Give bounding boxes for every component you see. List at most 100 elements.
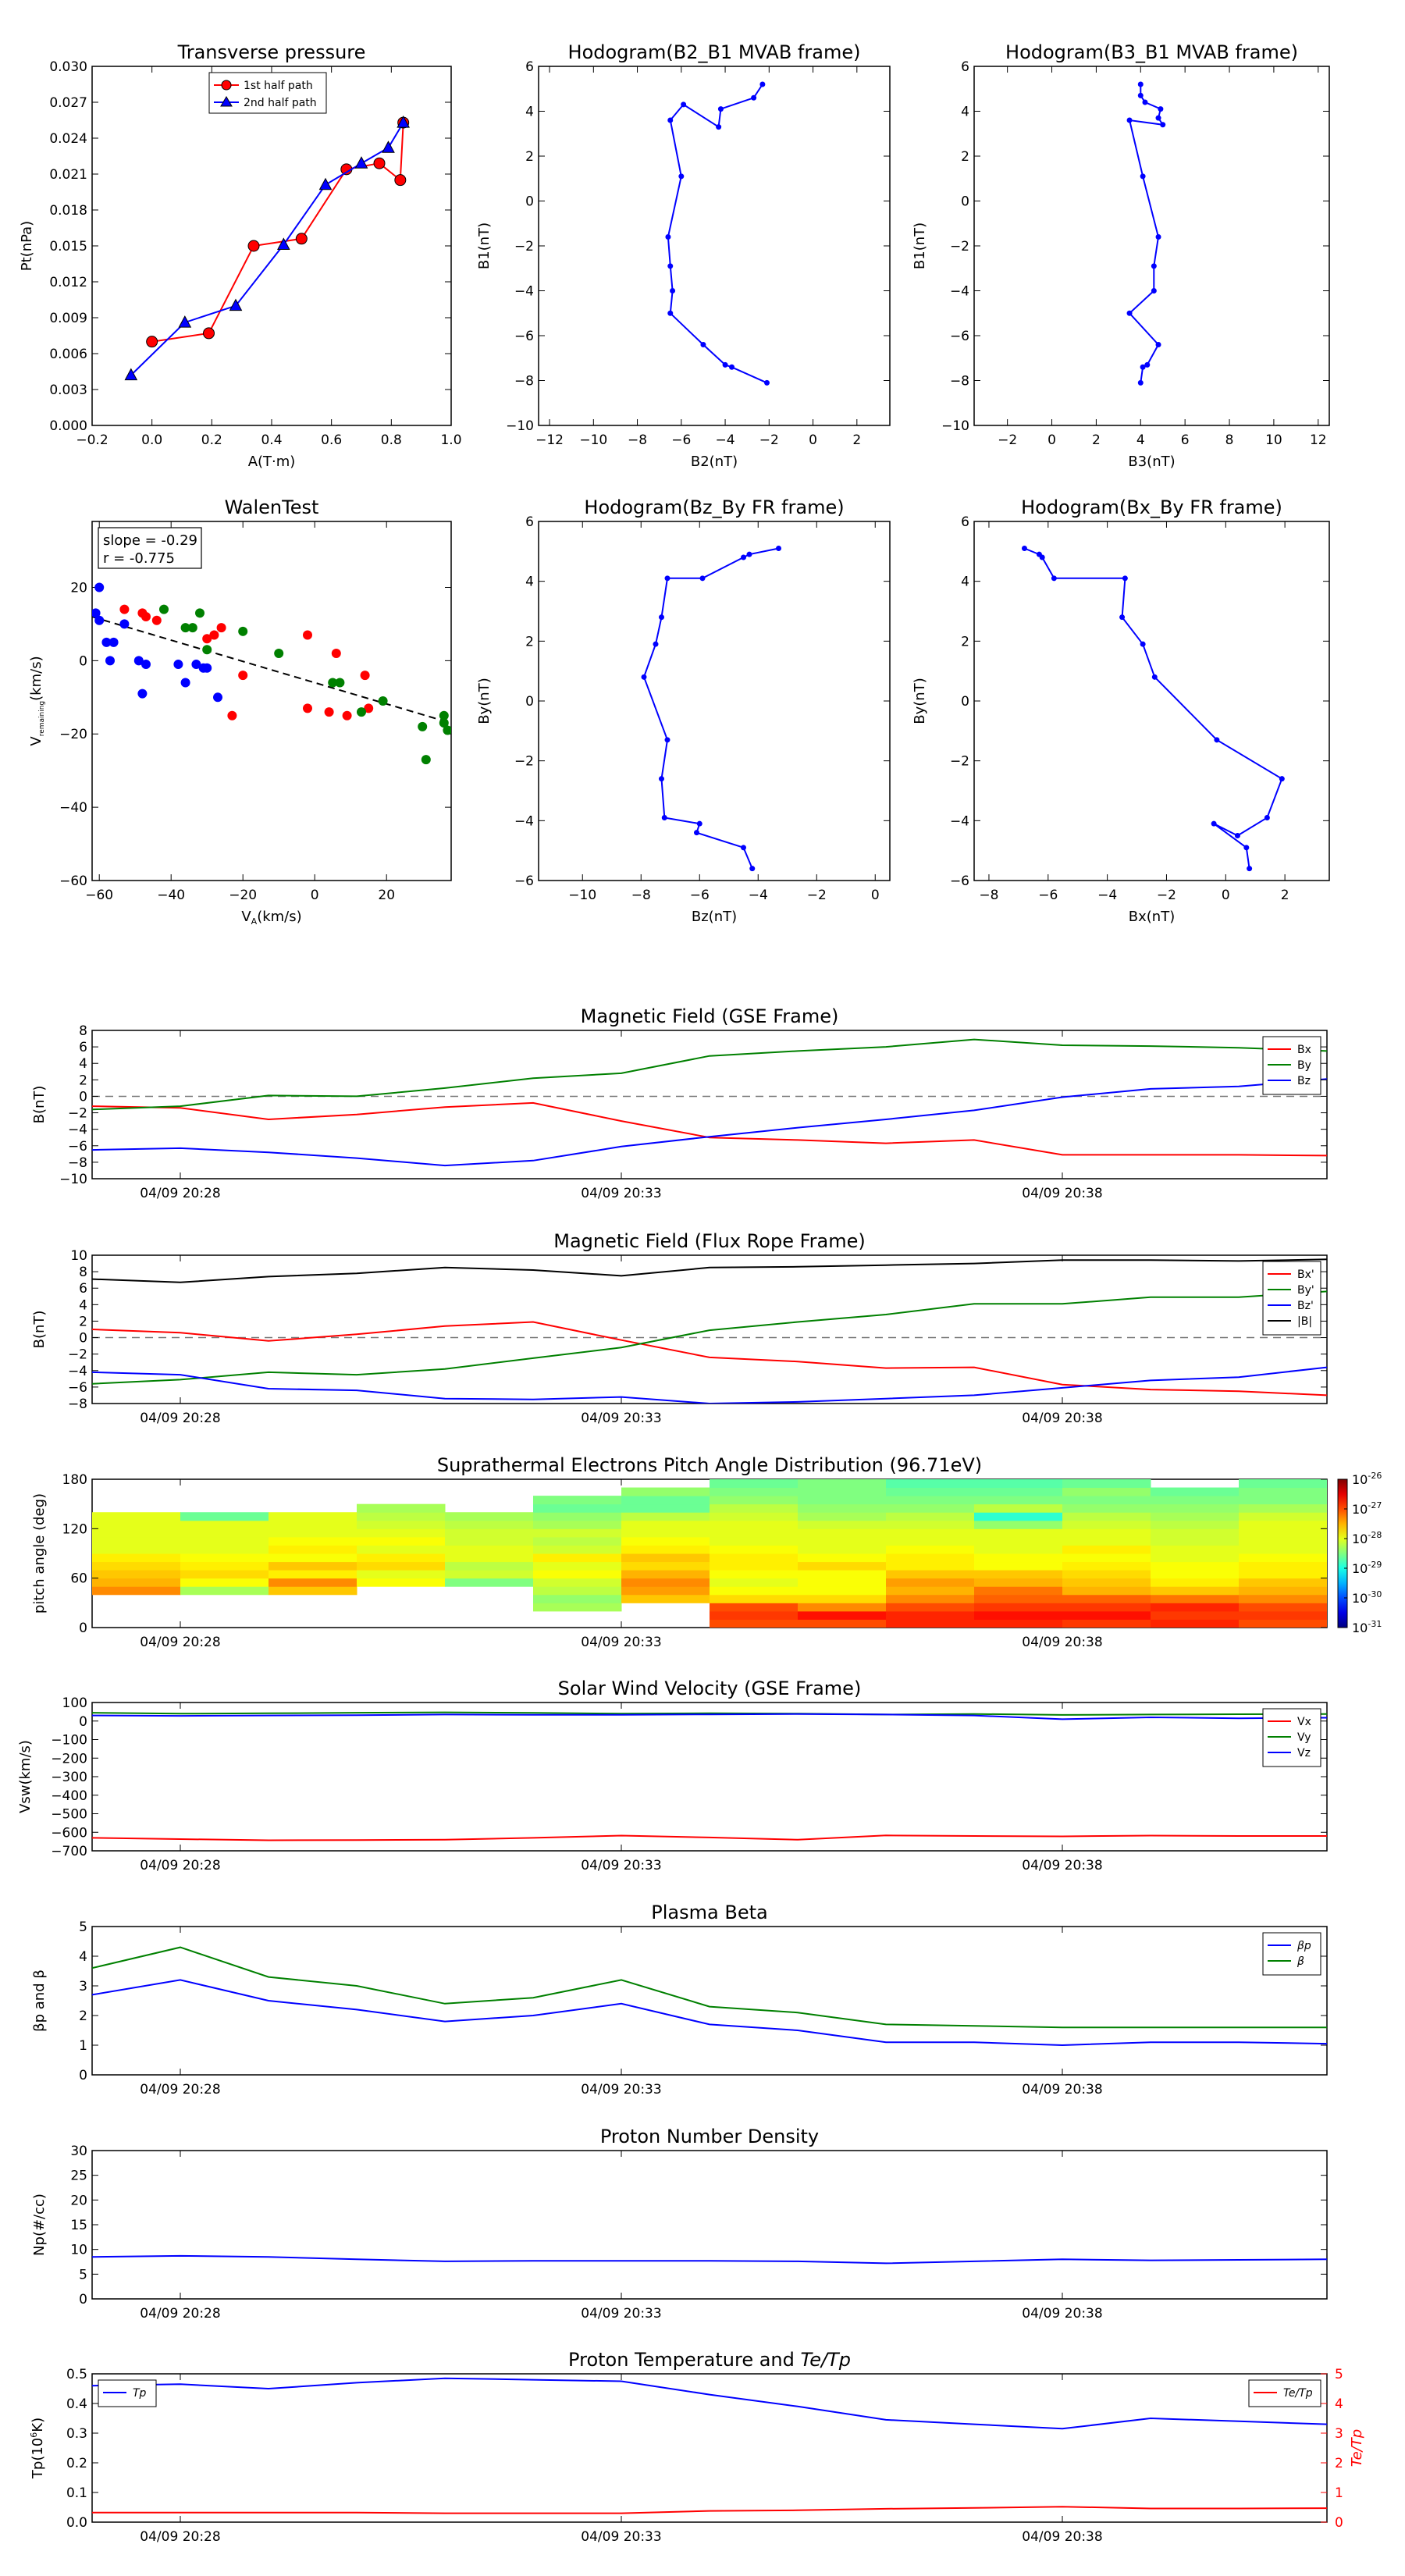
pad-cell [357,1553,446,1563]
vsw-series-line [92,1834,1327,1841]
walen-point [378,696,388,706]
pad-cell [1151,1503,1240,1513]
bfr-ytick-label: −4 [68,1364,87,1379]
pad-plot-area [92,1479,1327,1628]
figure: Transverse pressure0.0000.0030.0060.0090… [17,41,1382,2545]
np-ytick-label: 0 [79,2292,87,2307]
bgse-ytick-label: −10 [59,1172,87,1187]
pad-cell [798,1610,887,1620]
pad-cell [1239,1520,1327,1529]
pad-ylabel: pitch angle (deg) [31,1493,48,1614]
hod2-frame [973,66,1330,426]
hod3-point [664,575,670,582]
tp-point-circle [373,157,386,169]
pad-cell [1239,1610,1327,1620]
pad-colorbar [1337,1478,1348,1628]
pad-cell [1062,1520,1151,1529]
tp-ytick-label: 0.030 [49,59,87,75]
vsw-frame [91,1702,1328,1852]
bfr-ytick-label: −6 [68,1380,87,1396]
pad-panel: Suprathermal Electrons Pitch Angle Distr… [31,1454,1382,1650]
tp-ytick-label: 0.027 [49,95,87,111]
pad-cell [357,1520,446,1529]
tp2-xtick-label: 04/09 20:33 [581,2529,661,2545]
bgse-legend-label: Bx [1297,1044,1311,1056]
pad-ytick-label: 180 [62,1472,87,1488]
walen-point [180,678,190,688]
pad-cell [974,1610,1063,1620]
tp-point-triangle [354,156,368,169]
pad-cell [886,1545,975,1554]
hod4-ytick-label: −6 [950,873,969,889]
pad-cell [974,1561,1063,1571]
pad-cell [710,1578,799,1587]
hod4-xtick-label: −4 [1097,888,1117,903]
tp-ytick-label: 0.000 [49,418,87,434]
pad-colorbar-label-base: 10 [1352,1502,1368,1517]
pad-cell [1151,1536,1240,1546]
walen-annotation-slope: slope = -0.29 [103,532,197,549]
walen-point [421,755,431,765]
pad-cell [886,1487,975,1496]
pad-cell [357,1545,446,1554]
hod3-ytick-label: −6 [514,873,534,889]
hod3-point [741,845,746,851]
pad-cell [710,1528,799,1538]
bgse-frame [91,1030,1328,1179]
hod2-point [1137,81,1144,87]
pad-cell [1239,1578,1327,1587]
walen-point [227,710,237,720]
pad-cell [180,1553,269,1563]
walen-xtick-label: −60 [85,888,113,903]
pad-cell [798,1503,887,1513]
walen-point [94,615,105,625]
hod4-point [1151,674,1158,680]
beta-series-line [92,1946,1327,2029]
hod4-point [1119,614,1126,621]
hod1-frame [538,66,891,426]
walen-annotation-r: r = -0.775 [103,550,175,567]
beta-frame [91,1926,1328,2076]
walen-ytick-label: −20 [59,727,87,742]
walen-point [360,671,370,681]
bfr-legend-label: Bx' [1297,1268,1314,1281]
pad-cell [357,1536,446,1546]
pad-cell [710,1536,799,1546]
hod2-xtick-label: 12 [1310,432,1327,448]
pad-cell [1151,1586,1240,1596]
hod1-xtick-label: −6 [671,432,691,448]
walen-point [439,710,449,720]
tp-point-circle [295,233,308,245]
tp-ytick-label: 0.021 [49,167,87,183]
tp2-ylabel-sup: 6 [29,2432,39,2438]
walen-point [141,660,151,670]
beta-legend [1262,1932,1321,1976]
walen-xtick-label: 0 [311,888,319,903]
walen-point [238,626,248,636]
pad-cell [974,1619,1063,1628]
pad-cell [92,1528,181,1538]
hod1-point [764,379,770,386]
vsw-title: Solar Wind Velocity (GSE Frame) [558,1678,862,1699]
pad-cell [974,1479,1063,1489]
hod1-xtick-label: −2 [759,432,779,448]
beta-xtick-label: 04/09 20:33 [581,2082,661,2097]
pad-cell [1062,1528,1151,1538]
bfr-panel: Magnetic Field (Flux Rope Frame) 04/09 20… [31,1230,1328,1426]
pad-cell [710,1479,799,1489]
walen-panel: WalenTest −60 −40 −20 0 20 −60 −40 −20 0 20 slope =… [28,496,452,927]
hod2-ylabel: B1(nT) [912,222,928,269]
hod3-panel: Hodogram(Bz_By FR frame) −6 −4 −2 0 2 4 6 −10 −8 −… [476,496,891,925]
pad-cell [1151,1545,1240,1554]
tp-ytick-label: 0.024 [49,131,87,147]
pad-cell [1151,1487,1240,1496]
tp2-y2tick-label: 5 [1335,2367,1343,2382]
tp2-y2tick-label: 3 [1335,2426,1343,2442]
hod1-point [700,342,706,347]
hod4-xtick-label: −6 [1038,888,1058,903]
tp2-ylabel-tail: K) [30,2418,46,2432]
hod4-point [1039,554,1045,560]
pad-cell [974,1578,1063,1587]
pad-cell [92,1570,181,1579]
hod3-point [659,614,664,621]
